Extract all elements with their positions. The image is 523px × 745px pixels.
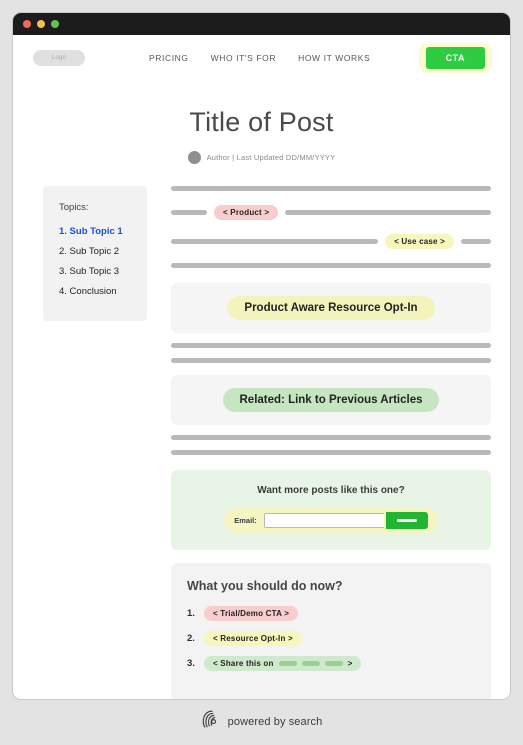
banner-product-aware-optin[interactable]: Product Aware Resource Opt-In (171, 283, 491, 333)
toc-item-conclusion[interactable]: 4. Conclusion (59, 286, 147, 297)
site-logo[interactable]: Logo (33, 50, 85, 66)
text-placeholder-row (171, 186, 491, 191)
list-item: 3. < Share this on > (187, 656, 491, 671)
toc-item-sub-topic-1[interactable]: 1. Sub Topic 1 (59, 226, 147, 237)
text-placeholder-bar (461, 239, 491, 244)
banner-related-articles[interactable]: Related: Link to Previous Articles (171, 375, 491, 425)
footer-brand-text: powered by search (227, 715, 323, 728)
banner-related-label: Related: Link to Previous Articles (222, 388, 440, 412)
avatar (187, 151, 201, 164)
toc-heading: Topics: (59, 202, 89, 213)
close-window-button[interactable] (23, 20, 31, 28)
share-network-placeholder (301, 661, 320, 666)
nav-link-pricing[interactable]: PRICING (149, 53, 189, 63)
cta-button[interactable]: CTA (425, 47, 485, 69)
article-header: Title of Post Author | Last Updated DD/M… (13, 81, 510, 164)
list-item: 2. < Resource Opt-In > (187, 631, 491, 646)
text-placeholder-group (171, 435, 491, 455)
list-item-number: 1. (187, 608, 195, 619)
nav-links: PRICING WHO IT'S FOR HOW IT WORKS (149, 53, 370, 63)
toc-item-sub-topic-2[interactable]: 2. Sub Topic 2 (59, 246, 147, 257)
chip-trial-demo-cta[interactable]: < Trial/Demo CTA > (204, 606, 299, 621)
browser-window: Logo PRICING WHO IT'S FOR HOW IT WORKS C… (12, 12, 511, 700)
what-to-do-now-title: What you should do now? (187, 579, 343, 593)
text-placeholder-row: < Product > (171, 205, 491, 220)
list-item-number: 3. (187, 658, 195, 669)
fingerprint-icon (201, 708, 221, 735)
text-placeholder-bar (171, 186, 491, 191)
what-to-do-now-card: What you should do now? 1. < Trial/Demo … (171, 563, 491, 699)
newsletter-submit-button[interactable] (385, 512, 428, 529)
nav-link-how-it-works[interactable]: HOW IT WORKS (298, 53, 370, 63)
text-placeholder-bar (171, 435, 491, 440)
text-placeholder-group (171, 343, 491, 363)
newsletter-optin-card: Want more posts like this one? Email: (171, 470, 491, 550)
list-item: 1. < Trial/Demo CTA > (187, 606, 491, 621)
article-meta-text: Author | Last Updated DD/MM/YYYY (206, 153, 336, 162)
share-network-placeholder (324, 661, 343, 666)
page-title: Title of Post (189, 107, 334, 137)
share-network-placeholder (278, 661, 297, 666)
text-placeholder-bar (171, 450, 491, 455)
page-content: Logo PRICING WHO IT'S FOR HOW IT WORKS C… (13, 35, 510, 699)
toc-item-sub-topic-3[interactable]: 3. Sub Topic 3 (59, 266, 147, 277)
text-placeholder-bar (285, 210, 491, 215)
article-body: Topics: 1. Sub Topic 1 2. Sub Topic 2 3.… (13, 186, 510, 699)
article-meta: Author | Last Updated DD/MM/YYYY (13, 151, 510, 164)
text-placeholder-bar (171, 263, 491, 268)
chip-share-this-on[interactable]: < Share this on > (204, 656, 362, 671)
chip-product[interactable]: < Product > (214, 205, 279, 220)
chip-resource-optin[interactable]: < Resource Opt-In > (204, 631, 302, 646)
chip-share-suffix: > (347, 659, 353, 668)
banner-optin-label: Product Aware Resource Opt-In (227, 296, 435, 320)
text-placeholder-bar (171, 358, 491, 363)
email-field[interactable] (263, 513, 384, 528)
list-item-number: 2. (187, 633, 195, 644)
maximize-window-button[interactable] (51, 20, 59, 28)
article-main-column: < Product > < Use case > Product Aware R… (171, 186, 491, 699)
minimize-window-button[interactable] (37, 20, 45, 28)
nav-link-who-its-for[interactable]: WHO IT'S FOR (211, 53, 276, 63)
submit-label-placeholder (396, 519, 417, 522)
text-placeholder-row: < Use case > (171, 234, 491, 249)
window-titlebar (13, 13, 510, 35)
text-placeholder-bar (171, 210, 207, 215)
newsletter-optin-title: Want more posts like this one? (257, 485, 405, 496)
chip-share-label: < Share this on (213, 659, 274, 668)
table-of-contents: Topics: 1. Sub Topic 1 2. Sub Topic 2 3.… (43, 186, 147, 321)
text-placeholder-bar (171, 239, 379, 244)
newsletter-form: Email: (224, 508, 438, 533)
text-placeholder-bar (171, 343, 491, 348)
email-label: Email: (234, 516, 257, 525)
cta-highlight: CTA (418, 43, 492, 73)
chip-use-case[interactable]: < Use case > (385, 234, 454, 249)
text-placeholder-row (171, 263, 491, 268)
site-navbar: Logo PRICING WHO IT'S FOR HOW IT WORKS C… (13, 35, 510, 81)
page-footer: powered by search (0, 708, 523, 735)
